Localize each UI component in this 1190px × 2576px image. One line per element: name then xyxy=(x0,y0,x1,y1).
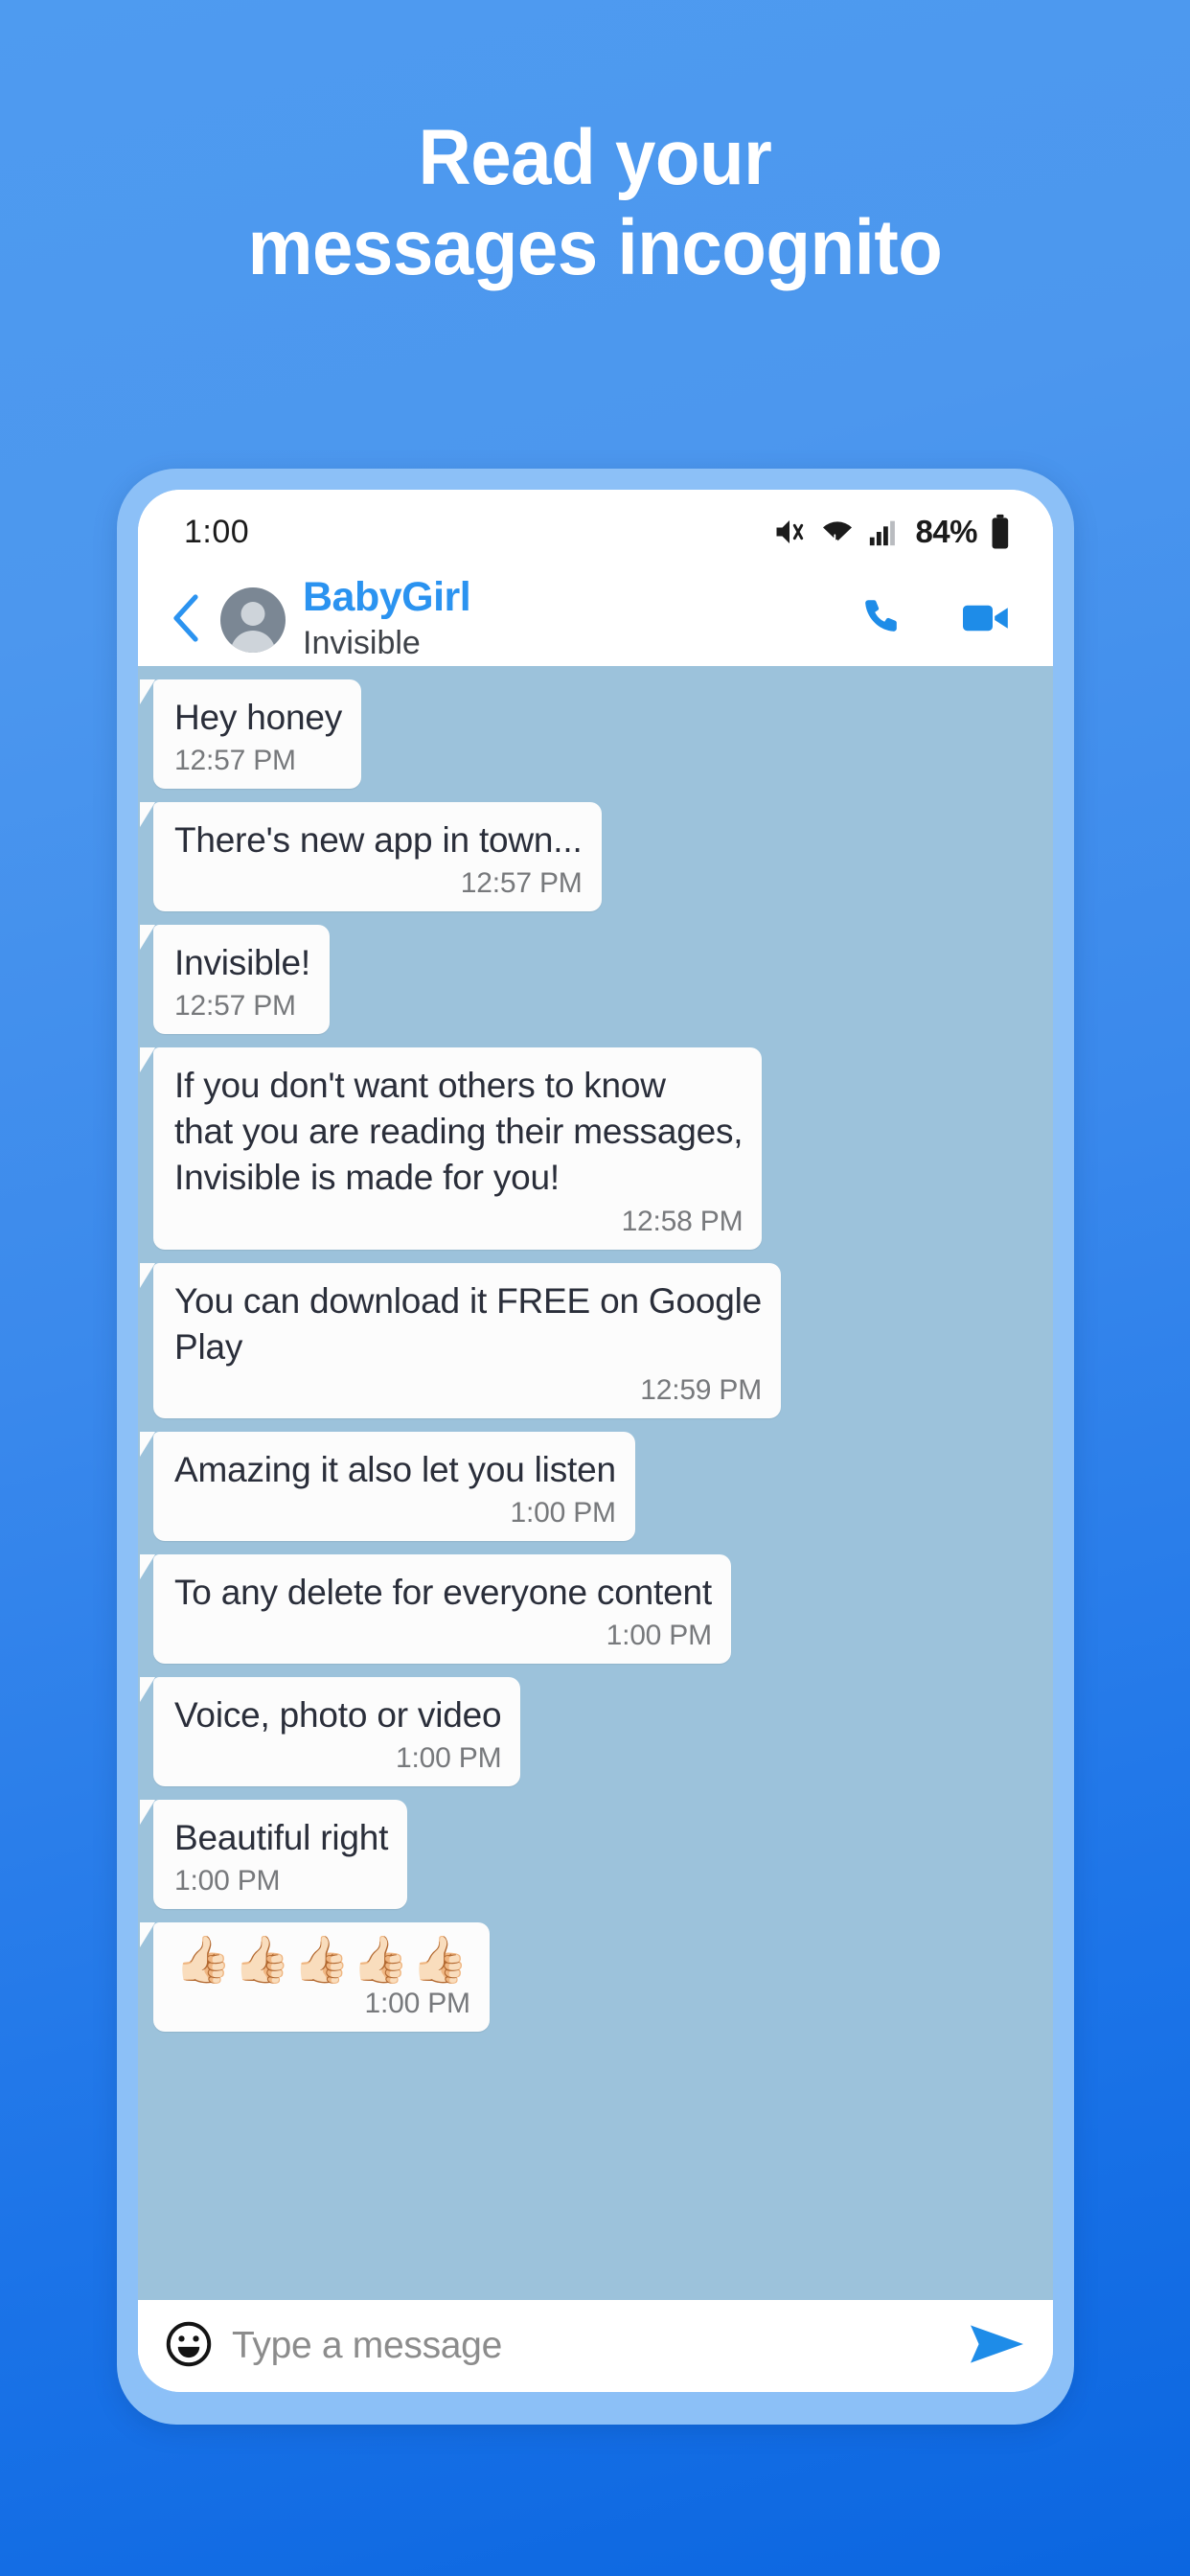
message-bubble[interactable]: Invisible! 12:57 PM xyxy=(140,925,330,1035)
chat-header: BabyGirl Invisible xyxy=(138,574,1053,666)
message-row: Invisible! 12:57 PM xyxy=(138,925,1053,1035)
chat-header-actions xyxy=(861,595,1018,646)
signal-icon xyxy=(868,516,899,548)
message-text: Voice, photo or video xyxy=(174,1694,502,1735)
send-arrow-icon xyxy=(968,2319,1027,2374)
status-bar-indicators: 84% xyxy=(772,514,1011,550)
message-bubble[interactable]: If you don't want others to know that yo… xyxy=(139,1047,763,1250)
emoji-button[interactable] xyxy=(165,2320,213,2373)
message-text: Beautiful right xyxy=(174,1818,389,1858)
message-bubble[interactable]: You can download it FREE on Google Play … xyxy=(139,1262,782,1418)
phone-screen: 1:00 84% BabyGirl Invisible Hey honey 12… xyxy=(138,490,1053,2392)
headline-line-2: messages incognito xyxy=(247,204,943,292)
message-time: 12:59 PM xyxy=(640,1373,763,1406)
message-time: 1:00 PM xyxy=(396,1742,502,1775)
message-text: There's new app in town... xyxy=(174,820,583,861)
message-time: 1:00 PM xyxy=(364,1988,471,2020)
person-avatar-icon-body xyxy=(230,631,276,653)
message-time: 1:00 PM xyxy=(606,1619,713,1651)
message-time: 1:00 PM xyxy=(174,1865,281,1898)
message-emoji-text: 👍🏻👍🏻👍🏻👍🏻👍🏻 xyxy=(174,1935,470,1987)
mute-icon xyxy=(772,515,807,549)
battery-icon xyxy=(990,514,1011,550)
avatar[interactable] xyxy=(220,587,286,653)
wifi-icon xyxy=(819,515,856,549)
message-row: Hey honey 12:57 PM xyxy=(138,679,1053,790)
message-input[interactable] xyxy=(232,2325,948,2367)
message-text: Hey honey xyxy=(174,698,343,737)
message-time: 12:57 PM xyxy=(460,867,583,900)
call-button[interactable] xyxy=(861,595,907,646)
message-bubble[interactable]: Hey honey 12:57 PM xyxy=(139,679,362,790)
message-bubble-emoji[interactable]: 👍🏻👍🏻👍🏻👍🏻👍🏻 1:00 PM xyxy=(140,1922,490,2033)
chevron-left-icon xyxy=(169,593,207,648)
phone-device-frame: 1:00 84% BabyGirl Invisible Hey honey 12… xyxy=(117,469,1074,2425)
message-row: 👍🏻👍🏻👍🏻👍🏻👍🏻 1:00 PM xyxy=(138,1922,1053,2033)
message-time: 12:58 PM xyxy=(621,1205,744,1237)
message-text: To any delete for everyone content xyxy=(174,1572,712,1612)
message-row: Amazing it also let you listen 1:00 PM xyxy=(138,1431,1053,1541)
battery-percent-label: 84% xyxy=(915,514,977,549)
message-time: 1:00 PM xyxy=(510,1496,617,1529)
message-row: Voice, photo or video 1:00 PM xyxy=(138,1676,1053,1787)
status-bar-time: 1:00 xyxy=(184,513,250,550)
message-time: 12:57 PM xyxy=(174,745,296,777)
person-avatar-icon-head xyxy=(240,602,265,626)
message-input-bar xyxy=(138,2300,1053,2392)
message-row: If you don't want others to know that yo… xyxy=(138,1047,1053,1250)
message-row: There's new app in town... 12:57 PM xyxy=(138,802,1053,912)
message-text: You can download it FREE on Google Play xyxy=(174,1280,763,1367)
contact-name: BabyGirl xyxy=(303,573,471,620)
message-bubble[interactable]: There's new app in town... 12:57 PM xyxy=(140,802,602,912)
smiley-face-icon xyxy=(165,2320,213,2373)
message-bubble[interactable]: Amazing it also let you listen 1:00 PM xyxy=(140,1431,635,1541)
status-bar: 1:00 84% xyxy=(138,490,1053,574)
contact-status: Invisible xyxy=(303,624,421,661)
video-call-button[interactable] xyxy=(961,597,1011,644)
message-text: If you don't want others to know that yo… xyxy=(174,1066,744,1198)
message-bubble[interactable]: Voice, photo or video 1:00 PM xyxy=(139,1676,521,1787)
chat-contact-info[interactable]: BabyGirl Invisible xyxy=(303,573,861,664)
message-row: To any delete for everyone content 1:00 … xyxy=(138,1553,1053,1664)
page-headline: Read your messages incognito xyxy=(41,113,1148,294)
message-bubble[interactable]: To any delete for everyone content 1:00 … xyxy=(140,1553,731,1664)
headline-line-1: Read your xyxy=(418,114,772,201)
chat-message-list[interactable]: Hey honey 12:57 PM There's new app in to… xyxy=(138,666,1053,2300)
message-time: 12:57 PM xyxy=(174,990,296,1023)
video-camera-icon xyxy=(961,597,1011,644)
message-row: Beautiful right 1:00 PM xyxy=(138,1800,1053,1910)
back-button[interactable] xyxy=(163,593,213,648)
send-button[interactable] xyxy=(967,2319,1028,2373)
message-text: Invisible! xyxy=(174,943,310,983)
phone-icon xyxy=(861,595,907,646)
message-text: Amazing it also let you listen xyxy=(174,1449,616,1489)
message-bubble[interactable]: Beautiful right 1:00 PM xyxy=(139,1800,408,1910)
message-row: You can download it FREE on Google Play … xyxy=(138,1262,1053,1418)
